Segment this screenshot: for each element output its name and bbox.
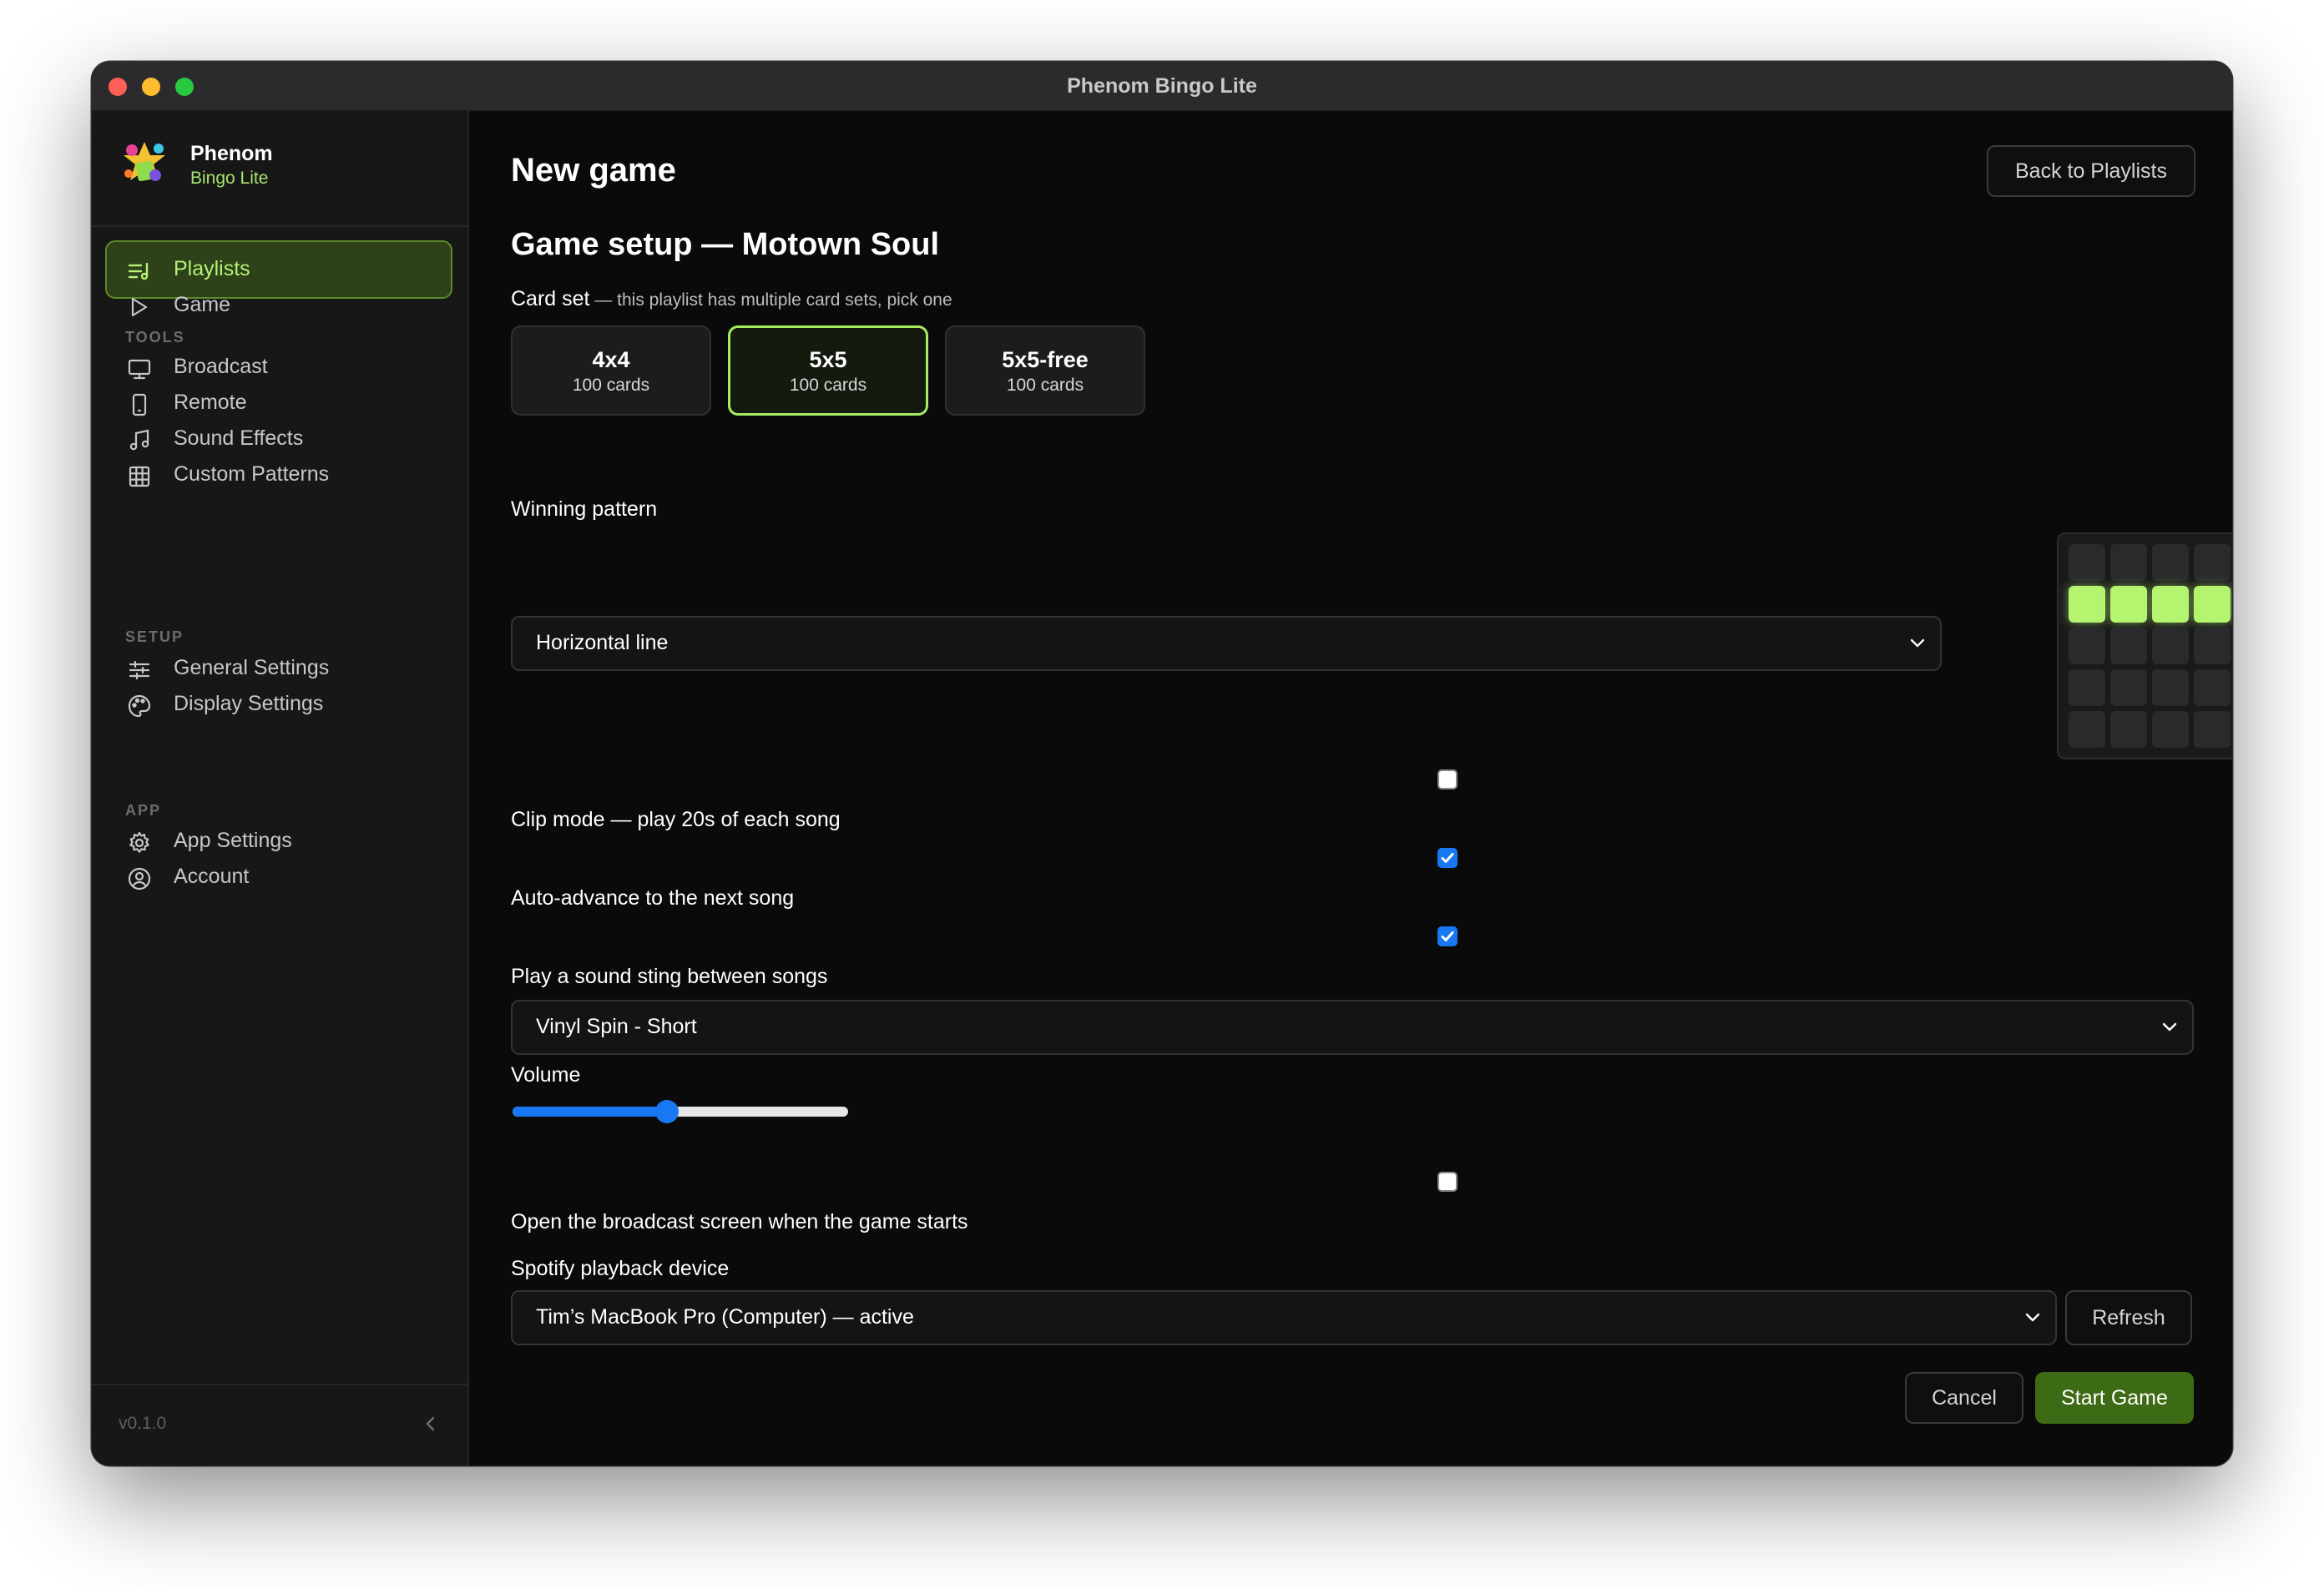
pattern-cell [2194,711,2231,748]
auto-advance-label: Auto-advance to the next song [511,886,795,910]
card-set-hint: — this playlist has multiple card sets, … [589,290,952,310]
sound-sting-checkbox[interactable] [1437,926,1458,946]
pattern-preview [2057,532,2232,759]
sidebar-footer: v0.1.0 [92,1384,467,1465]
pattern-cell [2110,544,2147,581]
pattern-cell-active [2152,586,2189,623]
title-bar: Phenom Bingo Lite [92,62,2232,111]
sidebar-item-display-settings[interactable]: Display Settings [105,675,452,734]
app-version: v0.1.0 [119,1414,167,1433]
pattern-cell [2194,628,2231,664]
card-set-name: 5x5-free [1002,347,1089,372]
chevron-down-icon [1910,638,1925,648]
card-set-count: 100 cards [789,376,867,395]
brand: Phenom Bingo Lite [92,110,467,227]
auto-advance-checkbox[interactable] [1437,848,1458,868]
user-circle-icon [128,867,151,890]
clip-mode-label: Clip mode — play 20s of each song [511,808,841,831]
pattern-cell [2110,669,2147,706]
clip-mode-checkbox[interactable] [1437,769,1458,789]
app-window: Phenom Bingo Lite Phenom Bingo Lite Play… [92,62,2232,1465]
pattern-cell [2110,711,2147,748]
card-set-option-5x5-free[interactable]: 5x5-free 100 cards [945,325,1145,416]
play-icon [131,297,148,317]
card-set-name: 4x4 [592,347,630,372]
page-title: New game [511,152,676,189]
card-set-option-4x4[interactable]: 4x4 100 cards [511,325,711,416]
card-set-count: 100 cards [572,376,650,395]
pattern-cell [2194,544,2231,581]
window-title: Phenom Bingo Lite [1067,74,1257,98]
card-set-name: 5x5 [809,347,847,372]
pattern-cell [2069,711,2105,748]
cancel-button[interactable]: Cancel [1905,1372,2023,1424]
app-logo-icon [124,142,165,182]
sidebar-item-label: Account [174,865,250,888]
card-set-count: 100 cards [1006,376,1084,395]
winning-pattern-label: Winning pattern [511,497,658,521]
volume-slider-fill [513,1107,667,1117]
chevron-down-icon [2162,1022,2177,1032]
pattern-cell-active [2194,586,2231,623]
volume-label: Volume [511,1063,581,1087]
back-to-playlists-button[interactable]: Back to Playlists [1987,145,2195,197]
collapse-sidebar-icon[interactable] [419,1412,442,1435]
sidebar-item-label: Custom Patterns [174,462,330,486]
winning-pattern-value: Horizontal line [536,631,669,654]
pattern-cell [2194,669,2231,706]
palette-icon [128,694,151,718]
sidebar-item-label: Game [174,293,231,316]
main-content: New game Back to Playlists Game setup — … [469,110,2232,1465]
broadcast-checkbox[interactable] [1437,1172,1458,1192]
pattern-cell [2152,711,2189,748]
brand-subtitle: Bingo Lite [190,169,269,188]
winning-pattern-select[interactable]: Horizontal line [511,616,1942,671]
sidebar-item-game[interactable]: Game [105,276,452,335]
sidebar-item-label: Display Settings [174,692,324,715]
card-set-option-5x5[interactable]: 5x5 100 cards [728,325,928,416]
volume-slider[interactable] [513,1100,848,1123]
game-setup-title: Game setup — Motown Soul [511,227,940,262]
spotify-device-value: Tim’s MacBook Pro (Computer) — active [536,1305,914,1329]
refresh-button[interactable]: Refresh [2065,1290,2192,1345]
sound-sting-value: Vinyl Spin - Short [536,1015,697,1038]
sidebar-item-account[interactable]: Account [105,848,452,906]
brand-name: Phenom [190,142,273,165]
pattern-cell [2152,544,2189,581]
pattern-cell [2069,628,2105,664]
spotify-device-label: Spotify playback device [511,1257,730,1280]
card-set-label-text: Card set [511,287,590,310]
card-set-label: Card set — this playlist has multiple ca… [511,287,952,311]
pattern-cell [2152,628,2189,664]
pattern-cell [2069,544,2105,581]
sidebar-item-custom-patterns[interactable]: Custom Patterns [105,446,452,504]
sidebar: Phenom Bingo Lite Playlists Game TOOLS B… [92,110,469,1465]
pattern-cell-active [2069,586,2105,623]
chevron-down-icon [2025,1313,2040,1322]
pattern-cell-active [2110,586,2147,623]
pattern-cell [2110,628,2147,664]
pattern-cell [2152,669,2189,706]
sound-sting-select[interactable]: Vinyl Spin - Short [511,1000,2194,1055]
volume-slider-thumb[interactable] [654,1100,679,1123]
grid-icon [129,466,150,487]
sound-sting-label: Play a sound sting between songs [511,965,828,988]
start-game-button[interactable]: Start Game [2035,1372,2194,1424]
spotify-device-select[interactable]: Tim’s MacBook Pro (Computer) — active [511,1290,2057,1345]
pattern-cell [2069,669,2105,706]
broadcast-label: Open the broadcast screen when the game … [511,1210,968,1233]
